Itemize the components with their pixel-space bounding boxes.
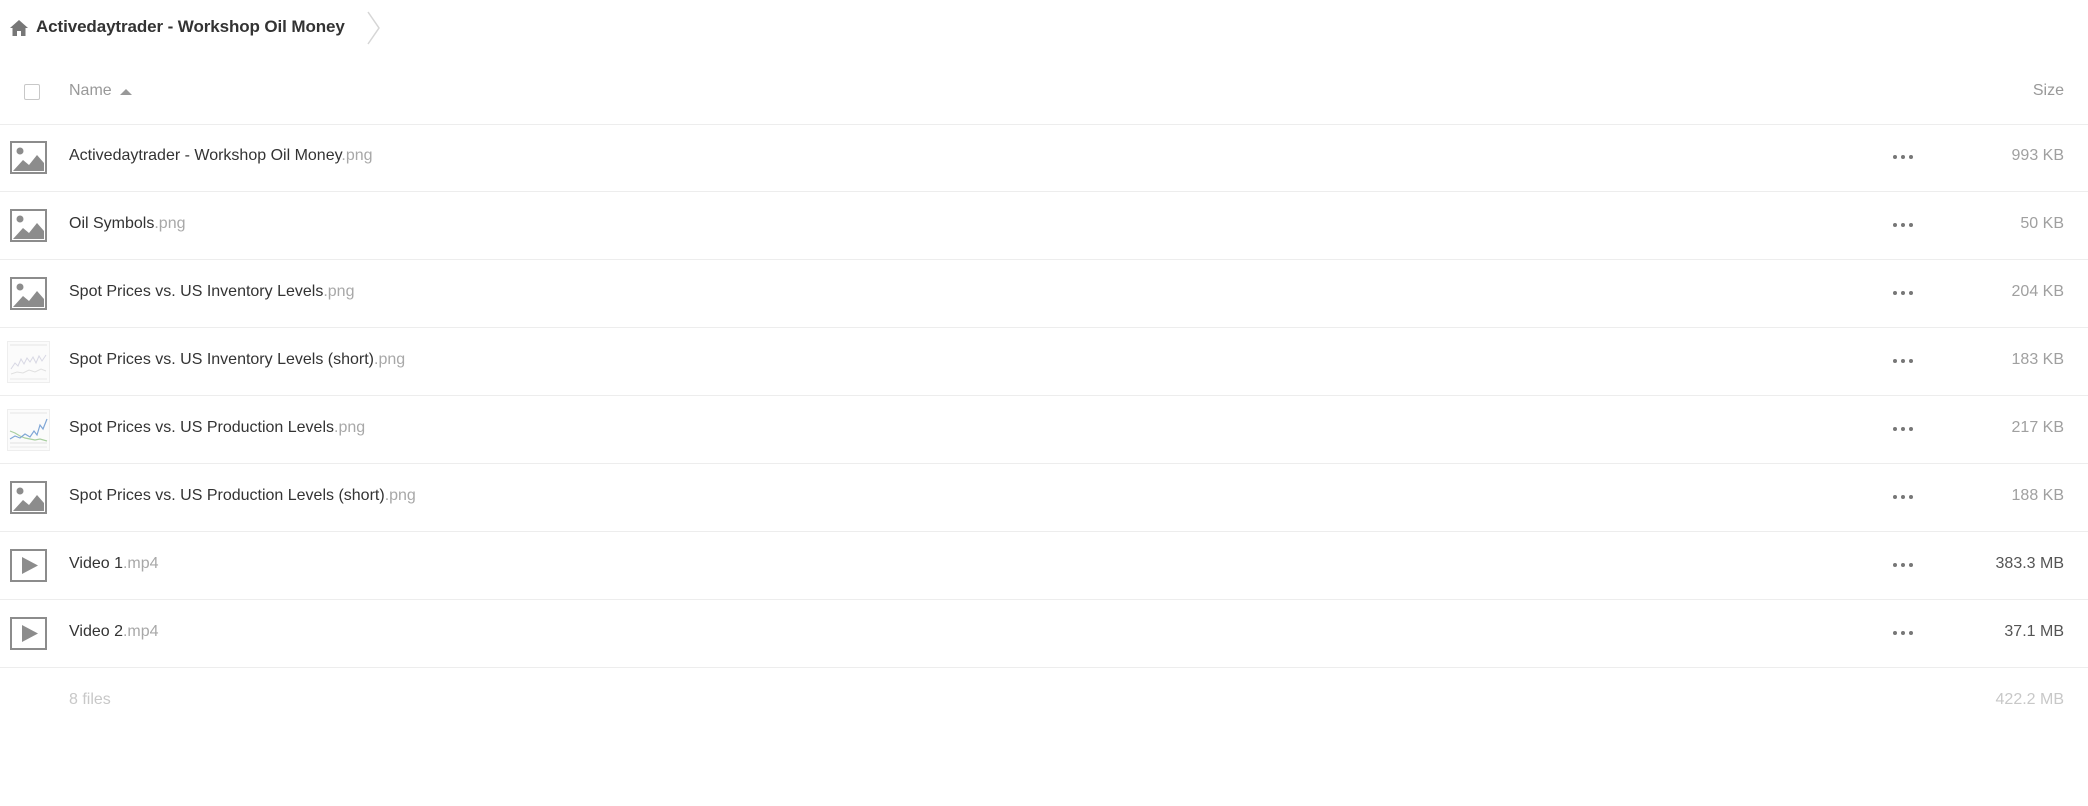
home-icon[interactable] bbox=[9, 19, 29, 37]
file-extension: .png bbox=[154, 215, 186, 232]
more-actions-icon[interactable] bbox=[1893, 558, 1913, 572]
thumbnail-preview bbox=[7, 409, 50, 451]
file-size: 993 KB bbox=[2011, 147, 2064, 164]
image-icon bbox=[10, 209, 47, 242]
file-row[interactable]: Oil Symbols.png 50 KB bbox=[0, 192, 2088, 260]
file-extension: .png bbox=[384, 487, 416, 504]
file-row[interactable]: Spot Prices vs. US Production Levels.png… bbox=[0, 396, 2088, 464]
sort-by-name-button[interactable]: Name bbox=[69, 82, 132, 100]
file-row[interactable]: Activedaytrader - Workshop Oil Money.png… bbox=[0, 124, 2088, 192]
video-icon bbox=[10, 549, 47, 582]
more-actions-icon[interactable] bbox=[1893, 286, 1913, 300]
file-extension: .png bbox=[374, 351, 406, 368]
file-basename: Spot Prices vs. US Inventory Levels (sho… bbox=[69, 351, 374, 368]
file-list-header: Name Size bbox=[0, 62, 2088, 125]
file-size: 183 KB bbox=[2011, 351, 2064, 368]
breadcrumb-title[interactable]: Activedaytrader - Workshop Oil Money bbox=[36, 17, 345, 37]
breadcrumb: Activedaytrader - Workshop Oil Money bbox=[0, 0, 2088, 56]
sort-by-size-button[interactable]: Size bbox=[2033, 82, 2064, 100]
file-size: 217 KB bbox=[2011, 419, 2064, 436]
file-list: Activedaytrader - Workshop Oil Money.png… bbox=[0, 124, 2088, 668]
file-basename: Activedaytrader - Workshop Oil Money bbox=[69, 147, 342, 164]
file-row[interactable]: Spot Prices vs. US Production Levels (sh… bbox=[0, 464, 2088, 532]
file-list-summary: 8 files 422.2 MB bbox=[0, 662, 2088, 722]
file-name[interactable]: Oil Symbols.png bbox=[69, 215, 186, 233]
file-name[interactable]: Spot Prices vs. US Inventory Levels.png bbox=[69, 283, 354, 301]
file-size: 204 KB bbox=[2011, 283, 2064, 300]
file-row[interactable]: Spot Prices vs. US Inventory Levels.png … bbox=[0, 260, 2088, 328]
file-basename: Video 1 bbox=[69, 555, 123, 572]
more-actions-icon[interactable] bbox=[1893, 218, 1913, 232]
file-size: 50 KB bbox=[2020, 215, 2064, 232]
image-icon bbox=[10, 277, 47, 310]
file-size: 37.1 MB bbox=[2004, 623, 2064, 640]
more-actions-icon[interactable] bbox=[1893, 422, 1913, 436]
file-name[interactable]: Activedaytrader - Workshop Oil Money.png bbox=[69, 147, 373, 165]
file-extension: .png bbox=[323, 283, 355, 300]
image-icon bbox=[10, 481, 47, 514]
breadcrumb-separator-icon bbox=[367, 11, 380, 45]
file-size: 383.3 MB bbox=[1995, 555, 2064, 572]
file-extension: .png bbox=[341, 147, 373, 164]
file-extension: .mp4 bbox=[122, 555, 159, 572]
file-basename: Oil Symbols bbox=[69, 215, 155, 232]
file-count: 8 files bbox=[69, 691, 111, 708]
file-row[interactable]: Video 2.mp4 37.1 MB bbox=[0, 600, 2088, 668]
file-basename: Spot Prices vs. US Production Levels bbox=[69, 419, 335, 436]
file-extension: .png bbox=[334, 419, 366, 436]
file-row[interactable]: Video 1.mp4 383.3 MB bbox=[0, 532, 2088, 600]
file-basename: Video 2 bbox=[69, 623, 123, 640]
file-name[interactable]: Spot Prices vs. US Inventory Levels (sho… bbox=[69, 351, 405, 369]
image-icon bbox=[10, 141, 47, 174]
thumbnail-preview bbox=[7, 341, 50, 383]
file-extension: .mp4 bbox=[122, 623, 159, 640]
more-actions-icon[interactable] bbox=[1893, 626, 1913, 640]
file-basename: Spot Prices vs. US Inventory Levels bbox=[69, 283, 324, 300]
file-name[interactable]: Spot Prices vs. US Production Levels.png bbox=[69, 419, 365, 437]
total-size: 422.2 MB bbox=[1995, 691, 2064, 708]
file-size: 188 KB bbox=[2011, 487, 2064, 504]
file-name[interactable]: Video 2.mp4 bbox=[69, 623, 159, 641]
more-actions-icon[interactable] bbox=[1893, 354, 1913, 368]
file-name[interactable]: Spot Prices vs. US Production Levels (sh… bbox=[69, 487, 416, 505]
name-column-label: Name bbox=[69, 82, 112, 99]
more-actions-icon[interactable] bbox=[1893, 490, 1913, 504]
select-all-checkbox[interactable] bbox=[24, 84, 40, 100]
file-row[interactable]: Spot Prices vs. US Inventory Levels (sho… bbox=[0, 328, 2088, 396]
sort-ascending-icon bbox=[119, 88, 132, 95]
more-actions-icon[interactable] bbox=[1893, 150, 1913, 164]
file-basename: Spot Prices vs. US Production Levels (sh… bbox=[69, 487, 385, 504]
file-name[interactable]: Video 1.mp4 bbox=[69, 555, 159, 573]
video-icon bbox=[10, 617, 47, 650]
